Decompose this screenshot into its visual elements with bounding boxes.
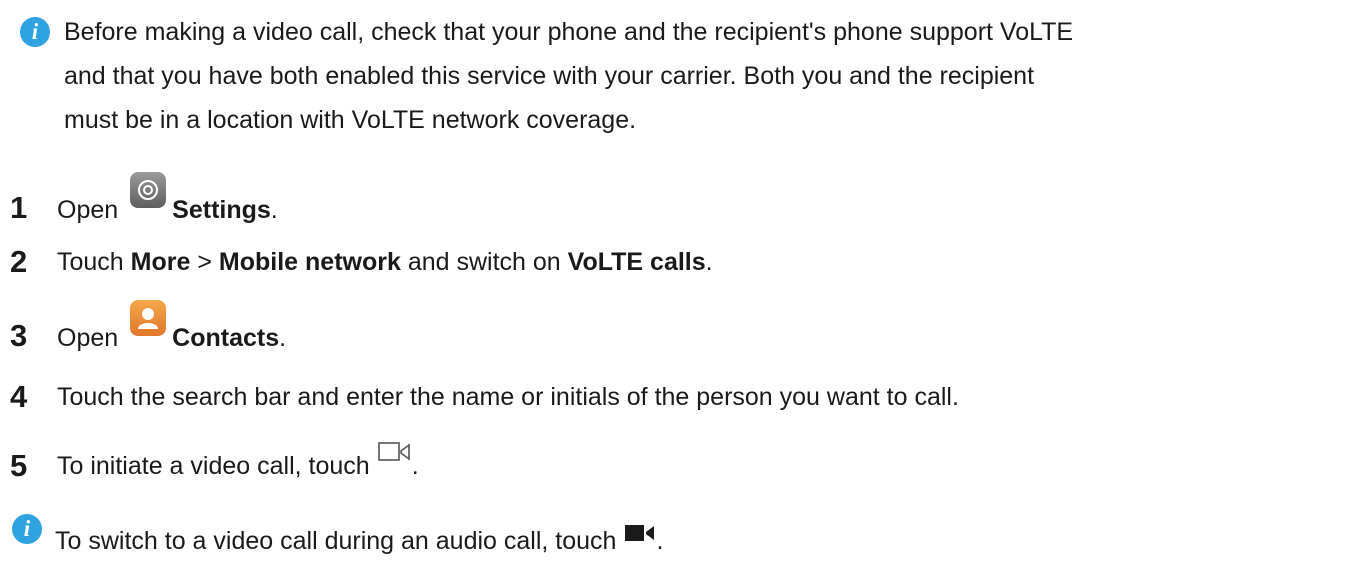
step-text: Touch the search bar and enter the name …	[57, 383, 959, 411]
step-2: 2 Touch More > Mobile network and switch…	[0, 240, 1362, 284]
step-text-part: To initiate a video call, touch	[57, 452, 370, 480]
step-1: 1 Open Settings.	[0, 172, 1362, 232]
step-text: Open Contacts.	[57, 300, 287, 360]
step-open-label: Open	[57, 324, 119, 352]
tip-note: i To switch to a video call during an au…	[0, 512, 1362, 556]
step-text: Touch More > Mobile network and switch o…	[57, 240, 713, 284]
step-text: To initiate a video call, touch.	[57, 442, 419, 490]
intro-note-line-1: Before making a video call, check that y…	[64, 18, 1074, 46]
step-period: .	[279, 324, 287, 352]
step-4: 4 Touch the search bar and enter the nam…	[0, 375, 1362, 419]
step-number: 1	[10, 190, 28, 225]
step-5: 5 To initiate a video call, touch.	[0, 442, 1362, 490]
step-text: Open Settings.	[57, 172, 278, 232]
settings-label: Settings	[172, 196, 271, 224]
info-icon: i	[12, 514, 42, 544]
step-open-label: Open	[57, 196, 119, 224]
step-text-part: and switch on	[400, 248, 568, 276]
mobile-network-label: Mobile network	[218, 248, 401, 276]
step-number: 2	[10, 244, 28, 279]
contacts-label: Contacts	[172, 324, 280, 352]
video-call-outline-icon	[377, 434, 412, 478]
step-period: .	[411, 452, 419, 480]
step-number: 5	[10, 448, 28, 483]
settings-app-icon	[130, 172, 167, 208]
step-number: 4	[10, 379, 28, 414]
step-period: .	[705, 248, 713, 276]
step-number: 3	[10, 318, 28, 353]
video-camera-filled-icon	[624, 516, 656, 554]
step-period: .	[270, 196, 278, 224]
tip-note-text: To switch to a video call during an audi…	[55, 522, 663, 562]
more-label: More	[130, 248, 191, 276]
step-text-part: Touch	[57, 248, 131, 276]
intro-note-line-2: and that you have both enabled this serv…	[64, 62, 1035, 90]
intro-note-text: Before making a video call, check that y…	[64, 10, 1351, 142]
contacts-app-icon	[130, 300, 167, 336]
step-text-part: >	[190, 248, 219, 276]
volte-calls-label: VoLTE calls	[567, 248, 706, 276]
info-icon: i	[20, 17, 50, 47]
intro-note-line-3: must be in a location with VoLTE network…	[64, 106, 637, 134]
step-3: 3 Open Contacts.	[0, 300, 1362, 360]
